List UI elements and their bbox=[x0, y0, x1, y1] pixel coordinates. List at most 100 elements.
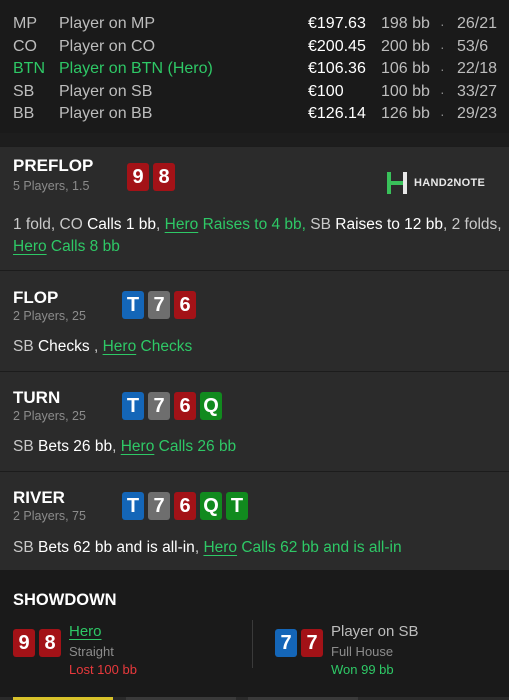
action-text: SB bbox=[13, 338, 38, 355]
player-stack: €106.36 bbox=[308, 60, 366, 78]
players-table: MP Player on MP €197.63 198 bb · 26/21 C… bbox=[0, 0, 509, 133]
street-subtitle: 5 Players, 1.5 bbox=[13, 179, 90, 193]
player-row-btn-hero[interactable]: BTN Player on BTN (Hero) €106.36 106 bb … bbox=[0, 58, 509, 81]
board-cards: T 7 6 Q T bbox=[122, 492, 248, 520]
street-action: SB Bets 62 bb and is all-in, Hero Calls … bbox=[13, 537, 503, 559]
showdown-result: Lost 100 bb bbox=[69, 662, 137, 677]
showdown-divider bbox=[252, 620, 253, 668]
player-name: Player on SB bbox=[59, 82, 153, 100]
action-verb: Bets 26 bb bbox=[37, 438, 113, 455]
hero-action: Checks bbox=[136, 338, 193, 355]
hero-action: Raises to 4 bb, bbox=[198, 216, 306, 233]
river-section: RIVER 2 Players, 75 T 7 6 Q T SB Bets 62… bbox=[0, 471, 509, 570]
action-text: SB bbox=[13, 438, 38, 455]
separator-dot: · bbox=[440, 16, 445, 32]
card: 6 bbox=[174, 492, 196, 520]
street-title: SHOWDOWN bbox=[13, 591, 117, 609]
player-stats: 26/21 bbox=[457, 15, 498, 32]
separator-dot: · bbox=[440, 106, 445, 123]
showdown-result: Won 99 bb bbox=[331, 662, 394, 677]
villain-cards: 7 7 bbox=[275, 629, 323, 657]
card: 7 bbox=[148, 291, 170, 319]
player-stack-bb: 200 bb bbox=[381, 37, 430, 55]
street-subtitle: 2 Players, 75 bbox=[13, 509, 86, 523]
hero-link[interactable]: Hero bbox=[165, 216, 199, 233]
player-stack-bb: 126 bb bbox=[381, 105, 430, 123]
street-action: 1 fold, CO Calls 1 bb, Hero Raises to 4 … bbox=[13, 214, 503, 258]
hole-cards: 9 8 bbox=[127, 163, 175, 191]
player-position: CO bbox=[13, 37, 37, 55]
action-text: , bbox=[89, 338, 103, 355]
logo-text: HAND2NOTE bbox=[414, 177, 486, 189]
player-row-sb[interactable]: SB Player on SB €100 100 bb · 33/27 bbox=[0, 81, 509, 104]
hand2note-logo-icon bbox=[387, 172, 407, 194]
player-stack: €200.45 bbox=[308, 37, 366, 55]
player-stack: €197.63 bbox=[308, 15, 366, 32]
street-subtitle: 2 Players, 25 bbox=[13, 309, 86, 323]
card: 7 bbox=[275, 629, 297, 657]
player-row-bb[interactable]: BB Player on BB €126.14 126 bb · 29/23 bbox=[0, 103, 509, 126]
street-action: SB Bets 26 bb, Hero Calls 26 bb bbox=[13, 436, 503, 458]
player-stack-bb: 198 bb bbox=[381, 15, 430, 32]
card: T bbox=[122, 392, 144, 420]
player-position: BB bbox=[13, 105, 35, 123]
player-stats: 53/6 bbox=[457, 37, 489, 55]
action-text: , 2 folds, bbox=[442, 216, 502, 233]
action-verb: Bets 62 bb and is all-in bbox=[37, 539, 195, 556]
street-title: TURN bbox=[13, 388, 61, 407]
player-position: MP bbox=[13, 15, 37, 32]
hero-action: Calls 62 bb and is all-in bbox=[237, 539, 402, 556]
player-position: SB bbox=[13, 82, 35, 100]
hero-link[interactable]: Hero bbox=[203, 539, 237, 556]
action-verb: Raises to 12 bb bbox=[335, 216, 443, 233]
player-row-co[interactable]: CO Player on CO €200.45 200 bb · 53/6 bbox=[0, 36, 509, 59]
hero-link[interactable]: Hero bbox=[103, 338, 137, 355]
separator-dot: · bbox=[440, 83, 445, 100]
hand2note-logo[interactable]: HAND2NOTE bbox=[386, 171, 485, 195]
player-position: BTN bbox=[13, 60, 45, 78]
card: T bbox=[226, 492, 248, 520]
player-stack-bb: 106 bb bbox=[381, 60, 430, 78]
action-text: SB bbox=[13, 539, 38, 556]
hero-action: Calls 26 bb bbox=[154, 438, 237, 455]
card: T bbox=[122, 291, 144, 319]
board-cards: T 7 6 bbox=[122, 291, 196, 319]
hero-link[interactable]: Hero bbox=[13, 238, 47, 255]
separator-dot: · bbox=[440, 38, 445, 55]
showdown-player-name[interactable]: Hero bbox=[69, 623, 102, 640]
card: 9 bbox=[13, 629, 35, 657]
player-name: Player on BB bbox=[59, 105, 153, 123]
player-name: Player on BTN (Hero) bbox=[59, 60, 213, 78]
street-action: SB Checks , Hero Checks bbox=[13, 336, 503, 358]
showdown-hand-rank: Full House bbox=[331, 644, 394, 659]
flop-section: FLOP 2 Players, 25 T 7 6 SB Checks , Her… bbox=[0, 270, 509, 371]
card: 6 bbox=[174, 291, 196, 319]
card: Q bbox=[200, 392, 222, 420]
player-row-mp[interactable]: MP Player on MP €197.63 198 bb · 26/21 bbox=[0, 13, 509, 36]
action-text: , bbox=[112, 438, 121, 455]
preflop-section: PREFLOP 5 Players, 1.5 9 8 HAND2NOTE 1 f… bbox=[0, 146, 509, 270]
player-stack: €126.14 bbox=[308, 105, 366, 123]
street-subtitle: 2 Players, 25 bbox=[13, 409, 86, 423]
card: Q bbox=[200, 492, 222, 520]
hero-link[interactable]: Hero bbox=[121, 438, 155, 455]
card: 9 bbox=[127, 163, 149, 191]
street-title: RIVER bbox=[13, 488, 65, 507]
player-stats: 29/23 bbox=[457, 105, 498, 123]
player-stack-bb: 100 bb bbox=[381, 82, 430, 100]
player-name: Player on MP bbox=[59, 15, 156, 32]
showdown-section: SHOWDOWN 9 8 Hero Straight Lost 100 bb 7… bbox=[0, 570, 509, 700]
action-text: SB bbox=[305, 216, 336, 233]
card: 6 bbox=[174, 392, 196, 420]
player-stack: €100 bbox=[308, 82, 344, 100]
card: 7 bbox=[148, 492, 170, 520]
action-text: 1 fold, CO bbox=[13, 216, 88, 233]
action-verb: Calls 1 bb bbox=[87, 216, 157, 233]
street-title: FLOP bbox=[13, 288, 59, 307]
separator-dot: · bbox=[440, 61, 445, 78]
showdown-player-name: Player on SB bbox=[331, 623, 419, 640]
board-cards: T 7 6 Q bbox=[122, 392, 222, 420]
turn-section: TURN 2 Players, 25 T 7 6 Q SB Bets 26 bb… bbox=[0, 371, 509, 471]
hero-action: Calls 8 bb bbox=[46, 238, 120, 255]
showdown-hand-rank: Straight bbox=[69, 644, 114, 659]
